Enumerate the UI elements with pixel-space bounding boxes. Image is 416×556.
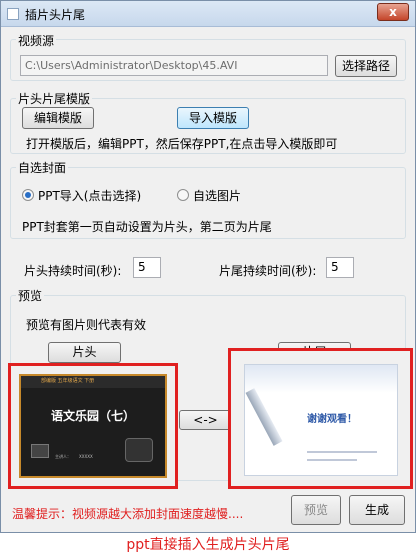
custom-image-radio[interactable]: [177, 189, 189, 201]
template-label: 片头片尾模版: [16, 90, 93, 107]
head-duration-input[interactable]: 5: [133, 257, 161, 278]
dialog-window: 插片头片尾 x 视频源 C:\Users\Administrator\Deskt…: [0, 0, 416, 533]
import-template-button[interactable]: 导入模版: [177, 107, 249, 129]
swap-button[interactable]: <->: [179, 410, 232, 430]
title-bar: 插片头片尾 x: [1, 1, 415, 27]
head-slide-title: 语文乐园（七）: [50, 409, 135, 423]
cover-label: 自选封面: [16, 159, 69, 176]
choose-path-button[interactable]: 选择路径: [335, 55, 397, 77]
tail-slide-title: 谢谢观看！: [307, 414, 357, 425]
head-slide-frame: 部编版 五年级语文 下册 语文乐园（七） 主讲人： XXXXX: [8, 363, 178, 489]
tail-slide-frame: 谢谢观看！: [228, 348, 413, 489]
window-title: 插片头片尾: [25, 8, 86, 22]
preview-label: 预览: [16, 287, 45, 304]
clapper-icon: [31, 444, 49, 458]
video-source-label: 视频源: [16, 32, 57, 49]
preview-hint: 预览有图片则代表有效: [26, 318, 147, 332]
head-duration-label: 片头持续时间(秒):: [24, 264, 122, 278]
head-slide-thumbnail: 部编版 五年级语文 下册 语文乐园（七） 主讲人： XXXXX: [19, 374, 167, 478]
close-button[interactable]: x: [377, 3, 409, 21]
tail-slide-thumbnail: 谢谢观看！: [244, 364, 398, 476]
preview-button[interactable]: 预览: [291, 495, 341, 525]
head-slide-footer-left: 主讲人：: [55, 454, 71, 459]
ppt-import-radio[interactable]: [22, 189, 34, 201]
pen-graphic: [245, 388, 283, 446]
edit-template-button[interactable]: 编辑模版: [22, 107, 94, 129]
caption-text: ppt直接插入生成片头片尾: [126, 537, 290, 553]
head-slide-footer-right: XXXXX: [79, 454, 93, 459]
template-hint: 打开模版后，编辑PPT，然后保存PPT,在点击导入模版即可: [26, 137, 338, 151]
tail-duration-input[interactable]: 5: [326, 257, 354, 278]
warning-text: 温馨提示：视频源越大添加封面速度越慢....: [12, 507, 244, 521]
film-reel-icon: [125, 438, 153, 462]
ppt-import-label[interactable]: PPT导入(点击选择): [38, 187, 141, 204]
cover-hint: PPT封套第一页自动设置为片头，第二页为片尾: [22, 220, 272, 234]
custom-image-label[interactable]: 自选图片: [193, 187, 241, 204]
tail-duration-label: 片尾持续时间(秒):: [219, 264, 317, 278]
app-icon: [7, 8, 19, 20]
head-preview-button[interactable]: 片头: [48, 342, 121, 363]
generate-button[interactable]: 生成: [349, 495, 405, 525]
head-slide-header: 部编版 五年级语文 下册: [41, 378, 95, 384]
video-path-field[interactable]: C:\Users\Administrator\Desktop\45.AVI: [20, 55, 328, 76]
